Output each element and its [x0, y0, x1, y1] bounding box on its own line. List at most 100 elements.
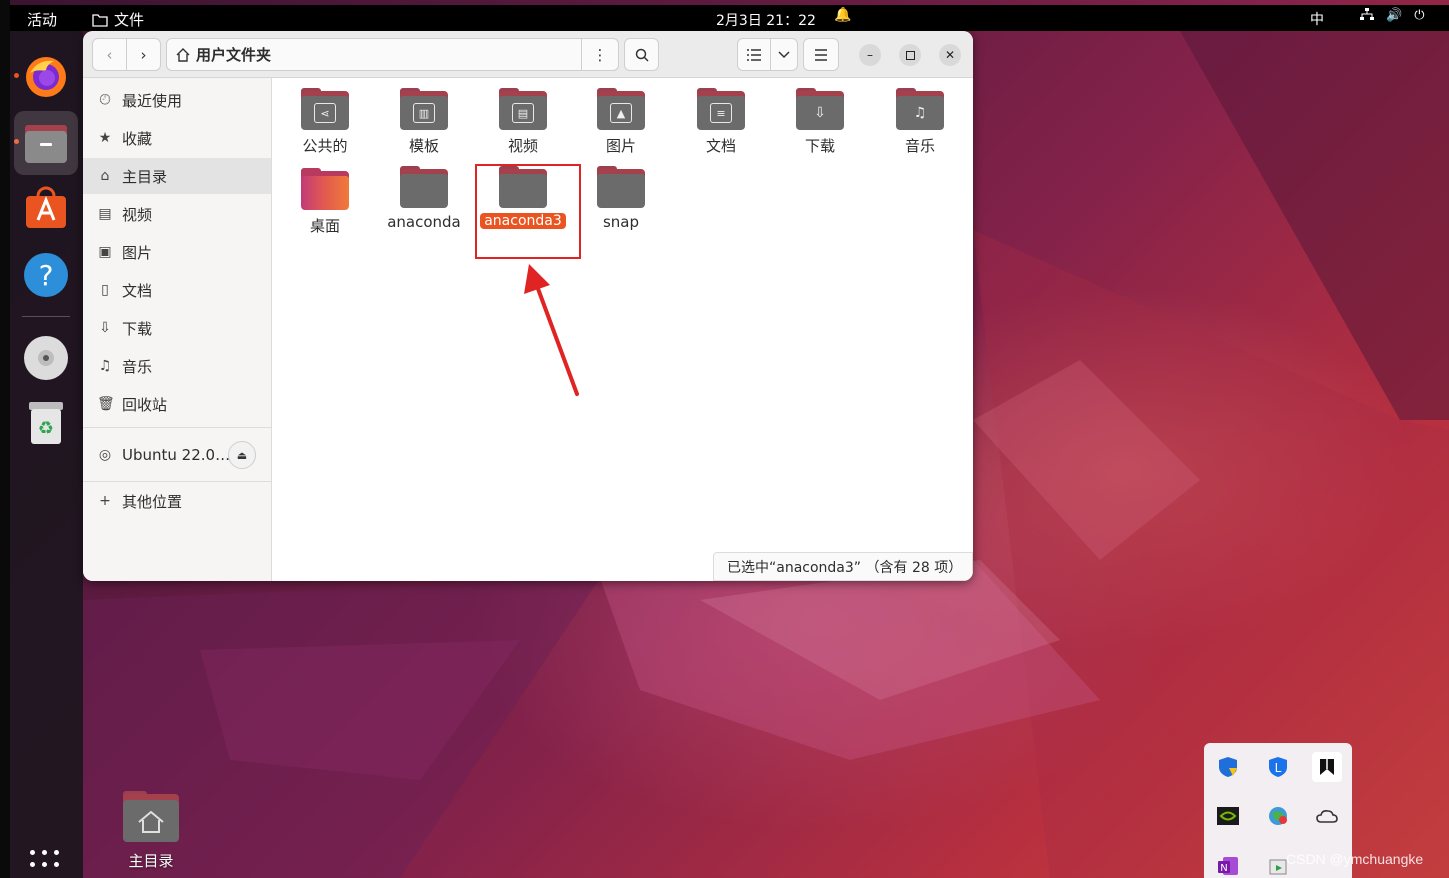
letter-l-icon[interactable]: L — [1263, 752, 1293, 782]
trash-launcher[interactable]: ♻ — [22, 399, 70, 447]
minimize-icon: – — [867, 48, 873, 62]
search-icon — [635, 48, 649, 62]
eject-icon[interactable]: ⏏ — [228, 441, 256, 469]
sidebar-item-label: 文档 — [122, 281, 153, 300]
view-list-button[interactable] — [737, 38, 771, 71]
main-menu-button[interactable] — [803, 38, 839, 71]
sidebar-item-home[interactable]: ⌂ 主目录 — [83, 158, 271, 194]
sidebar: 🕘︎ 最近使用 ★ 收藏 ⌂ 主目录 ▤ 视频 ▣ 图片 ▯ 文档 ⇩ 下载 ♫ — [83, 78, 272, 581]
home-icon: ⌂ — [100, 168, 110, 184]
folder-label: anaconda — [387, 213, 461, 231]
annotation-arrow — [524, 264, 579, 396]
folder-icon: ▥ — [400, 88, 448, 130]
disc-icon — [24, 336, 68, 380]
cloud-icon[interactable] — [1312, 801, 1342, 831]
activities-button[interactable]: 活动 — [27, 9, 57, 30]
folder-icon — [400, 166, 448, 208]
folder-label: 音乐 — [904, 137, 935, 155]
volume-icon: 🔊 — [1386, 8, 1403, 23]
notification-bell-icon[interactable]: 🔔 — [834, 7, 851, 23]
image-icon: ▣ — [98, 244, 112, 260]
disc-launcher[interactable] — [22, 334, 70, 382]
star-icon: ★ — [98, 130, 112, 146]
recycle-bin-icon: ♻ — [29, 402, 63, 444]
sidebar-item-downloads[interactable]: ⇩ 下载 — [83, 310, 271, 346]
trash-icon: 🗑︎ — [97, 396, 115, 412]
nvidia-icon[interactable] — [1213, 801, 1243, 831]
shield-warning-icon[interactable] — [1213, 752, 1243, 782]
home-icon — [176, 47, 190, 62]
share-icon: ⋖ — [314, 103, 336, 123]
onenote-icon[interactable]: N — [1213, 851, 1243, 878]
device-label: Ubuntu 22.0… — [122, 446, 231, 464]
desktop-home-label: 主目录 — [128, 852, 174, 870]
folder-item-pictures[interactable]: ▲ 图片 — [573, 88, 669, 168]
back-button[interactable]: ‹ — [92, 38, 127, 71]
globe-icon[interactable] — [1263, 801, 1293, 831]
maximize-button[interactable] — [899, 44, 921, 66]
folder-icon: ⋖ — [301, 88, 349, 130]
kebab-menu-icon: ⋮ — [592, 45, 608, 64]
hamburger-menu-icon — [815, 48, 827, 61]
input-method-indicator[interactable]: 中 — [1310, 9, 1324, 29]
folder-item-templates[interactable]: ▥ 模板 — [376, 88, 472, 168]
clock-icon: 🕘︎ — [99, 92, 111, 108]
folder-item-desktop[interactable]: 桌面 — [277, 168, 373, 248]
sidebar-item-label: 收藏 — [122, 129, 153, 148]
folder-item-public[interactable]: ⋖ 公共的 — [277, 88, 373, 168]
path-bar[interactable]: 用户文件夹 — [166, 38, 619, 71]
folder-item-downloads[interactable]: ⇩ 下载 — [772, 88, 868, 168]
running-indicator — [14, 73, 19, 78]
home-folder-icon — [123, 791, 179, 842]
folder-item-videos[interactable]: ▤ 视频 — [475, 88, 571, 168]
folder-icon — [597, 166, 645, 208]
forward-button[interactable]: › — [126, 38, 161, 71]
close-icon: ✕ — [944, 48, 956, 62]
chevron-left-icon: ‹ — [106, 45, 113, 64]
sidebar-item-label: 最近使用 — [122, 91, 183, 110]
film-icon: ▤ — [98, 206, 112, 222]
sidebar-item-device[interactable]: ◎ Ubuntu 22.0… ⏏ — [83, 433, 271, 477]
search-button[interactable] — [624, 38, 659, 71]
folder-icon: ▲ — [597, 88, 645, 130]
sidebar-item-label: 其他位置 — [122, 492, 183, 511]
sidebar-item-trash[interactable]: 🗑︎ 回收站 — [83, 386, 271, 422]
folder-item-snap[interactable]: snap — [573, 166, 669, 246]
view-options-button[interactable] — [770, 38, 798, 71]
music-icon: ♫ — [913, 105, 927, 121]
sidebar-item-documents[interactable]: ▯ 文档 — [83, 272, 271, 308]
folder-item-documents[interactable]: ≡ 文档 — [673, 88, 769, 168]
watermark: CSDN @ymchuangke — [1286, 851, 1424, 867]
disc-icon: ◎ — [98, 447, 112, 463]
sidebar-item-pictures[interactable]: ▣ 图片 — [83, 234, 271, 270]
path-menu-button[interactable]: ⋮ — [581, 38, 619, 71]
sidebar-item-music[interactable]: ♫ 音乐 — [83, 348, 271, 384]
document-icon: ≡ — [710, 103, 732, 123]
firefox-launcher[interactable] — [22, 53, 70, 101]
files-launcher[interactable] — [14, 111, 78, 175]
dock: ? ♻ — [10, 31, 83, 878]
app-menu[interactable]: 文件 — [92, 9, 144, 30]
sidebar-item-other-locations[interactable]: + 其他位置 — [83, 481, 271, 521]
folder-icon: ⇩ — [796, 88, 844, 130]
software-launcher[interactable] — [22, 184, 70, 232]
sidebar-divider — [83, 427, 271, 428]
sidebar-item-recent[interactable]: 🕘︎ 最近使用 — [83, 82, 271, 118]
bookmark-icon[interactable] — [1312, 752, 1342, 782]
image-icon: ▲ — [610, 103, 632, 123]
help-launcher[interactable]: ? — [22, 251, 70, 299]
power-icon: ⏻ — [1414, 8, 1425, 23]
folder-item-anaconda[interactable]: anaconda — [376, 166, 472, 246]
film-icon: ▤ — [512, 103, 534, 123]
system-tray[interactable]: 🔊 ⏻ — [1360, 8, 1424, 25]
sidebar-item-videos[interactable]: ▤ 视频 — [83, 196, 271, 232]
close-button[interactable]: ✕ — [939, 44, 961, 66]
clock[interactable]: 2月3日 21：22 — [716, 10, 816, 30]
show-apps-grid-icon[interactable] — [30, 850, 62, 878]
folder-item-music[interactable]: ♫ 音乐 — [872, 88, 968, 168]
desktop-home-shortcut[interactable]: 主目录 — [114, 790, 188, 871]
minimize-button[interactable]: – — [859, 44, 881, 66]
folder-icon: ≡ — [697, 88, 745, 130]
app-menu-label: 文件 — [114, 11, 145, 29]
sidebar-item-starred[interactable]: ★ 收藏 — [83, 120, 271, 156]
